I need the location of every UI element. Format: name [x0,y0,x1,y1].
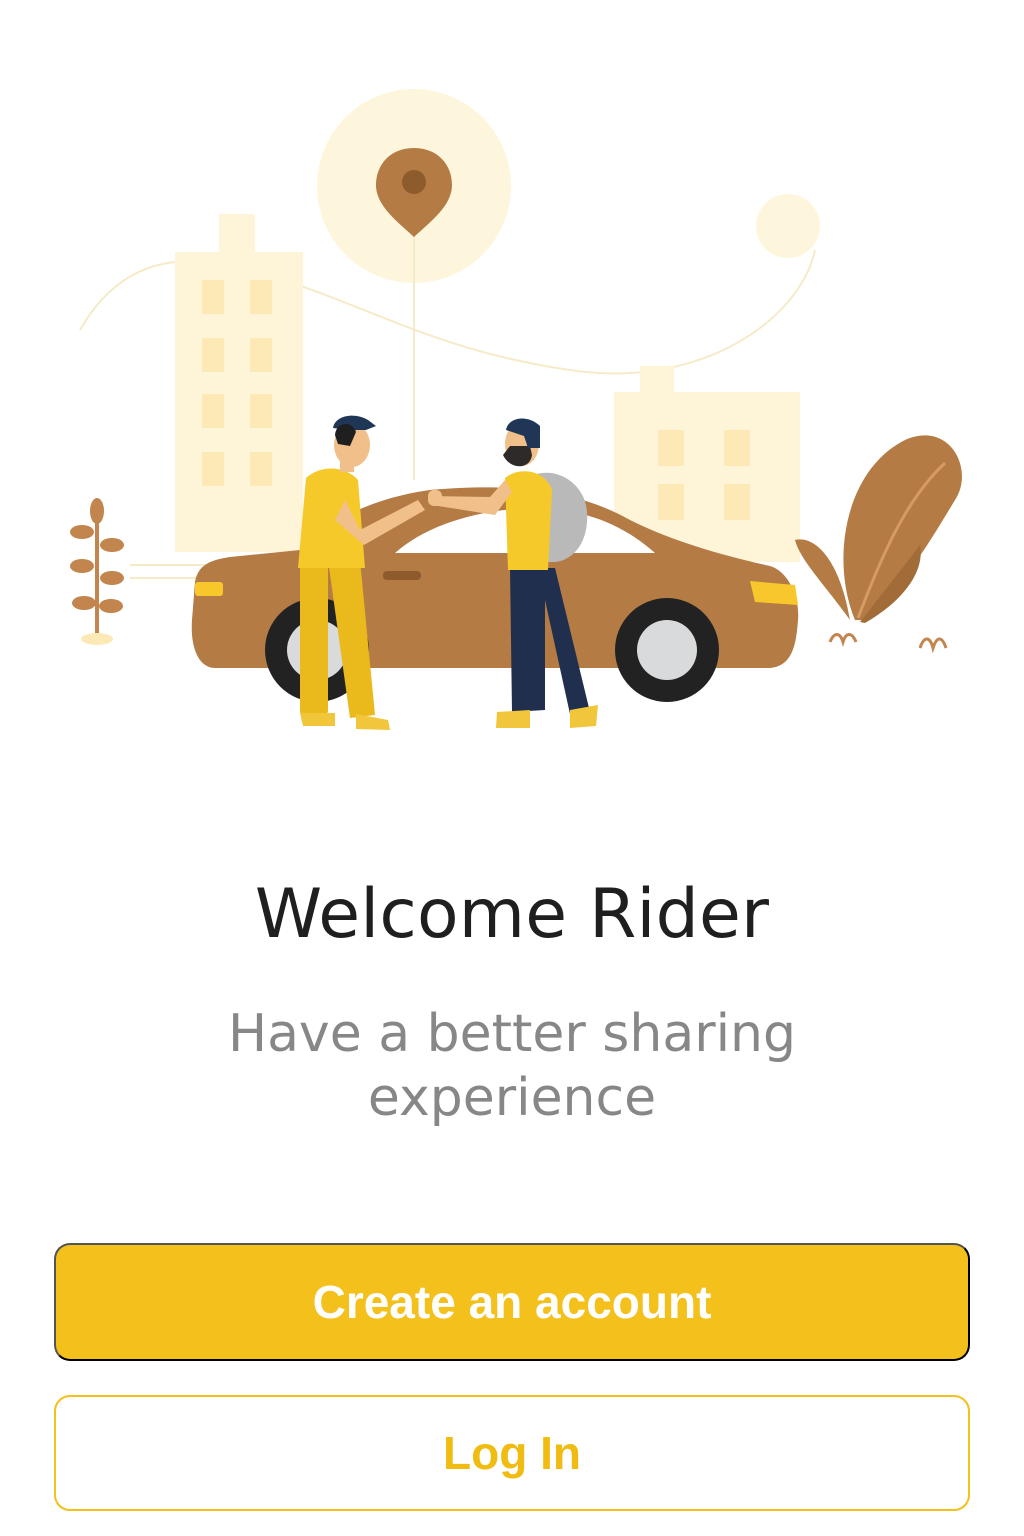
welcome-subtitle: Have a better sharing experience [227,1004,797,1128]
create-account-button[interactable]: Create an account [54,1243,970,1361]
plant-right [795,435,962,654]
welcome-title: Welcome Rider [254,874,770,954]
hero-illustration [0,0,1024,780]
login-button[interactable]: Log In [54,1395,970,1511]
plant-left [70,498,124,645]
